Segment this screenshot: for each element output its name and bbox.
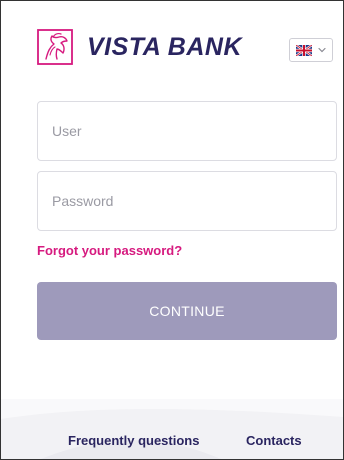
horse-logo-icon xyxy=(37,29,73,65)
bank-name: VISTA BANK xyxy=(87,33,242,61)
password-field xyxy=(37,171,337,231)
faq-link[interactable]: Frequently questions xyxy=(68,433,199,448)
uk-flag-icon xyxy=(296,45,312,56)
contacts-link[interactable]: Contacts xyxy=(246,433,302,448)
footer-decoration xyxy=(1,399,343,459)
login-page: VISTA BANK Forgot your password? CONTINU… xyxy=(0,0,344,460)
language-selector[interactable] xyxy=(289,38,333,62)
continue-button[interactable]: CONTINUE xyxy=(37,282,337,340)
forgot-password-link[interactable]: Forgot your password? xyxy=(37,243,182,258)
chevron-down-icon xyxy=(318,47,326,53)
password-input[interactable] xyxy=(38,172,336,230)
header: VISTA BANK xyxy=(37,29,337,69)
user-input[interactable] xyxy=(38,102,336,160)
footer: Frequently questions Contacts xyxy=(1,399,343,459)
user-field xyxy=(37,101,337,161)
